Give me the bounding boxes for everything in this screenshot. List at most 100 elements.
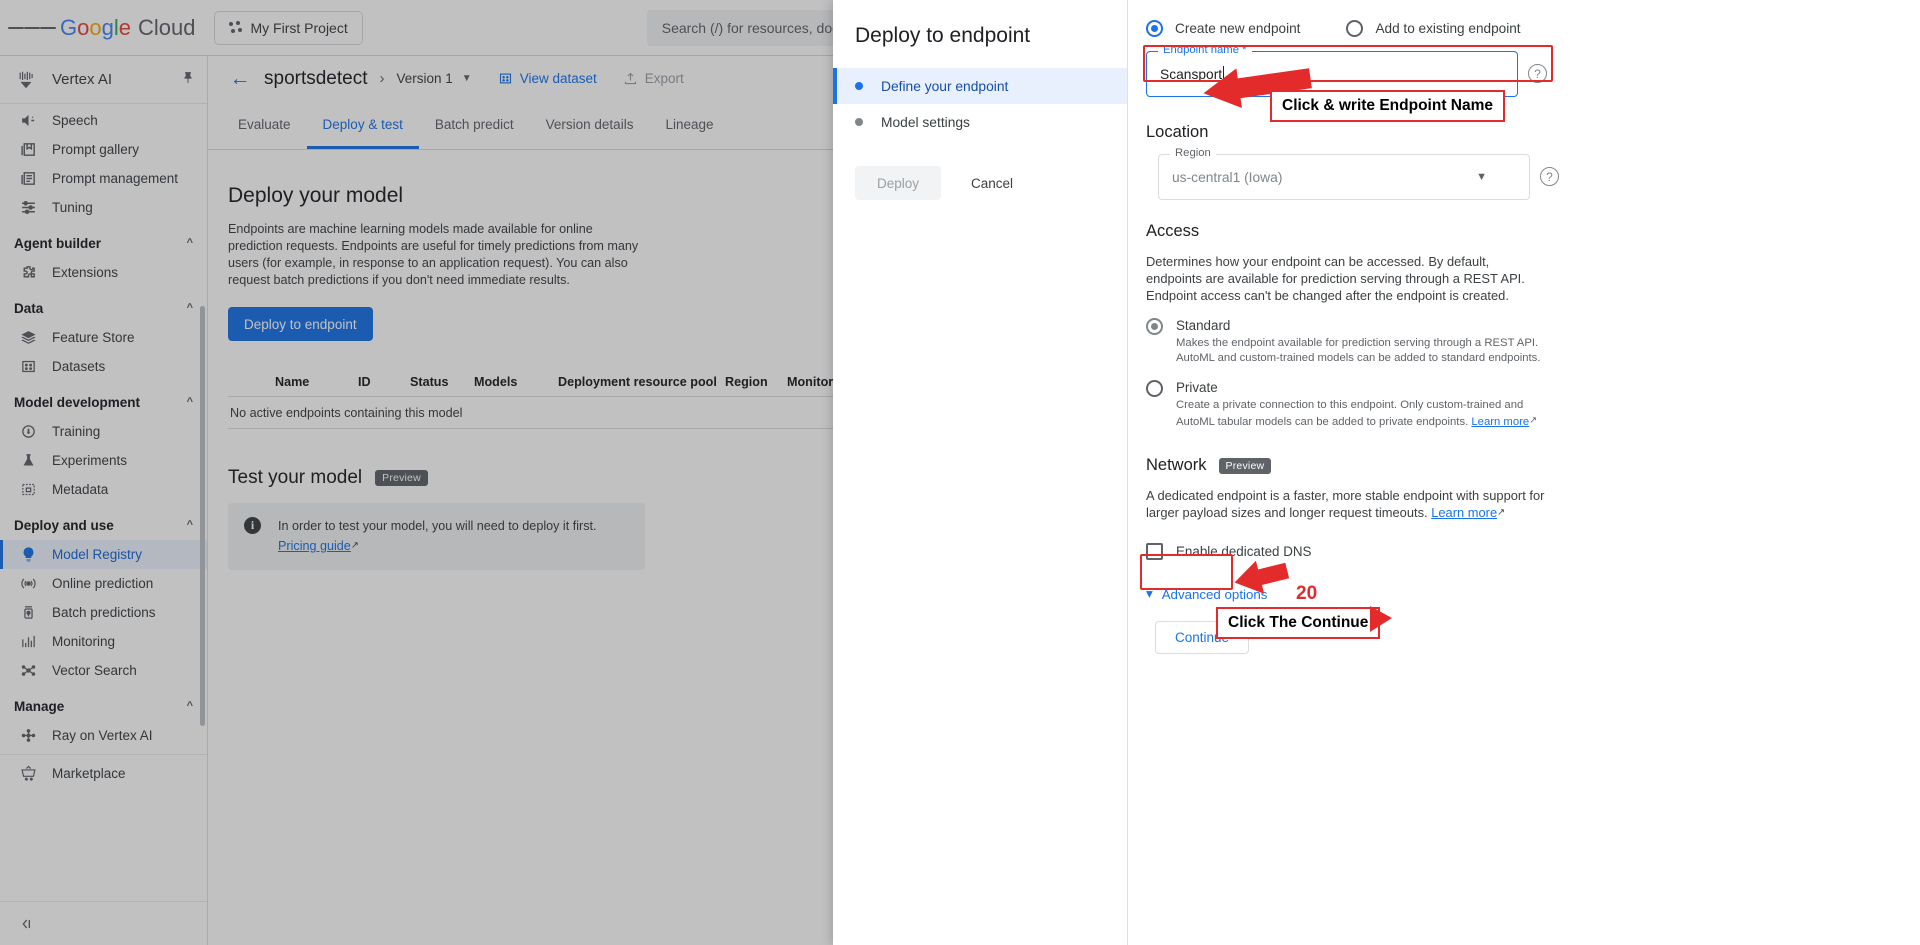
step-number-text: 20	[1296, 583, 1318, 604]
version-selector[interactable]: Version 1	[397, 71, 453, 86]
deploy-to-endpoint-button[interactable]: Deploy to endpoint	[228, 307, 373, 341]
sidebar-group-label: Data	[14, 300, 44, 316]
deploy-button[interactable]: Deploy	[855, 166, 942, 200]
google-cloud-logo[interactable]: Google Cloud	[60, 15, 196, 41]
tuning-icon	[18, 198, 38, 218]
vertex-ai-icon	[14, 68, 38, 92]
learn-more-link[interactable]: Learn more	[1471, 416, 1529, 428]
back-arrow-icon[interactable]: ←	[222, 61, 258, 97]
pin-icon[interactable]	[181, 71, 195, 88]
dialog-form-panel: Create new endpoint Add to existing endp…	[1128, 0, 1920, 945]
menu-icon[interactable]	[8, 4, 56, 52]
sidebar-item-model-registry[interactable]: Model Registry	[0, 540, 207, 569]
tab-evaluate[interactable]: Evaluate	[222, 103, 307, 149]
sidebar-label: Batch predictions	[52, 605, 156, 620]
sidebar-item-feature-store[interactable]: Feature Store	[0, 323, 207, 352]
tab-lineage[interactable]: Lineage	[649, 103, 729, 149]
column-models: Models	[474, 374, 518, 389]
page-title[interactable]: sportsdetect	[264, 68, 368, 90]
breadcrumb-separator: ›	[379, 70, 385, 87]
sidebar-label: Vector Search	[52, 663, 137, 678]
sidebar-item-prompt-management[interactable]: Prompt management	[0, 164, 207, 193]
learn-more-link[interactable]: Learn more	[1431, 505, 1497, 520]
test-info-prefix: In order to test your model, you will ne…	[278, 519, 597, 533]
chevron-up-icon: ^	[186, 237, 193, 249]
sidebar-group-data[interactable]: Data ^	[0, 293, 207, 323]
sidebar-item-monitoring[interactable]: Monitoring	[0, 627, 207, 656]
chevron-down-icon[interactable]: ▼	[1476, 171, 1487, 183]
sidebar-label: Prompt gallery	[52, 142, 140, 157]
test-heading-label: Test your model	[228, 467, 363, 488]
sidebar-item-metadata[interactable]: Metadata	[0, 475, 207, 504]
sidebar-item-online-prediction[interactable]: Online prediction	[0, 569, 207, 598]
vector-icon	[18, 661, 38, 681]
access-heading: Access	[1146, 222, 1200, 240]
sidebar-item-tuning[interactable]: Tuning	[0, 193, 207, 222]
dialog-title: Deploy to endpoint	[855, 24, 1031, 47]
project-icon	[228, 20, 243, 35]
help-icon[interactable]: ?	[1540, 167, 1559, 186]
preview-badge: Preview	[1218, 457, 1272, 474]
callout-text: Click The Continue	[1228, 614, 1369, 631]
sidebar-group-deploy-and-use[interactable]: Deploy and use ^	[0, 510, 207, 540]
sidebar-item-experiments[interactable]: Experiments	[0, 446, 207, 475]
test-info-text: In order to test your model, you will ne…	[278, 517, 629, 556]
tab-version-details[interactable]: Version details	[530, 103, 650, 149]
deploy-description: Endpoints are machine learning models ma…	[228, 222, 639, 287]
continue-callout-arrow-icon	[1370, 606, 1392, 632]
sidebar-label: Online prediction	[52, 576, 154, 591]
step-label: Define your endpoint	[881, 78, 1009, 94]
sidebar-item-marketplace[interactable]: Marketplace	[0, 759, 207, 788]
sidebar-item-batch-predictions[interactable]: Batch predictions	[0, 598, 207, 627]
view-dataset-button[interactable]: View dataset	[498, 71, 597, 86]
external-link-icon: ↗	[1529, 415, 1538, 426]
sidebar-label: Model Registry	[52, 547, 143, 562]
location-heading: Location	[1146, 123, 1209, 141]
pricing-guide-link[interactable]: Pricing guide	[278, 539, 351, 553]
access-description: Determines how your endpoint can be acce…	[1146, 254, 1525, 303]
tab-batch-predict[interactable]: Batch predict	[419, 103, 530, 149]
chevron-down-icon[interactable]: ▼	[462, 73, 472, 84]
sidebar-item-speech[interactable]: Speech	[0, 106, 207, 135]
broadcast-icon	[18, 574, 38, 594]
sidebar-group-agent-builder[interactable]: Agent builder ^	[0, 228, 207, 258]
sidebar-group-model-development[interactable]: Model development ^	[0, 387, 207, 417]
sidebar-item-training[interactable]: Training	[0, 417, 207, 446]
network-heading: Network Preview	[1146, 456, 1892, 475]
sidebar-item-extensions[interactable]: Extensions	[0, 258, 207, 287]
sidebar-item-datasets[interactable]: Datasets	[0, 352, 207, 381]
step-define-your-endpoint[interactable]: Define your endpoint	[833, 68, 1127, 104]
layers-icon	[18, 328, 38, 348]
sidebar-label: Speech	[52, 113, 98, 128]
region-value: us-central1 (Iowa)	[1172, 169, 1283, 185]
sidebar-item-vector-search[interactable]: Vector Search	[0, 656, 207, 685]
view-dataset-label: View dataset	[519, 71, 597, 86]
sidebar-item-ray-on-vertex-ai[interactable]: Ray on Vertex AI	[0, 721, 207, 750]
sidebar-scrollbar[interactable]	[200, 306, 205, 726]
project-selector[interactable]: My First Project	[213, 10, 363, 45]
region-select[interactable]: Region us-central1 (Iowa) ▼	[1158, 147, 1530, 200]
sidebar-divider	[0, 754, 207, 755]
region-label: Region	[1170, 147, 1216, 159]
radio-add-to-existing-endpoint[interactable]: Add to existing endpoint	[1346, 20, 1521, 37]
collapse-sidebar-button[interactable]	[0, 901, 207, 945]
flask-icon	[18, 451, 38, 471]
chevron-up-icon: ^	[186, 700, 193, 712]
export-button[interactable]: Export	[623, 71, 684, 86]
option-title: Standard	[1176, 318, 1231, 333]
radio-create-new-endpoint[interactable]: Create new endpoint	[1146, 20, 1300, 37]
sidebar-group-label: Manage	[14, 698, 65, 714]
continue-highlight	[1140, 554, 1233, 590]
radio-label: Add to existing endpoint	[1375, 21, 1521, 36]
access-option-standard[interactable]: Standard Makes the endpoint available fo…	[1146, 318, 1892, 366]
sidebar-group-label: Model development	[14, 394, 141, 410]
cancel-button[interactable]: Cancel	[955, 166, 1029, 200]
step-model-settings[interactable]: Model settings	[833, 104, 1127, 140]
sidebar-item-prompt-gallery[interactable]: Prompt gallery	[0, 135, 207, 164]
access-option-private[interactable]: Private Create a private connection to t…	[1146, 380, 1892, 430]
sidebar-group-manage[interactable]: Manage ^	[0, 691, 207, 721]
step-number: 20	[1296, 583, 1317, 605]
extension-icon	[18, 263, 38, 283]
tab-deploy-and-test[interactable]: Deploy & test	[306, 103, 419, 149]
continue-arrow-icon	[1234, 560, 1290, 594]
